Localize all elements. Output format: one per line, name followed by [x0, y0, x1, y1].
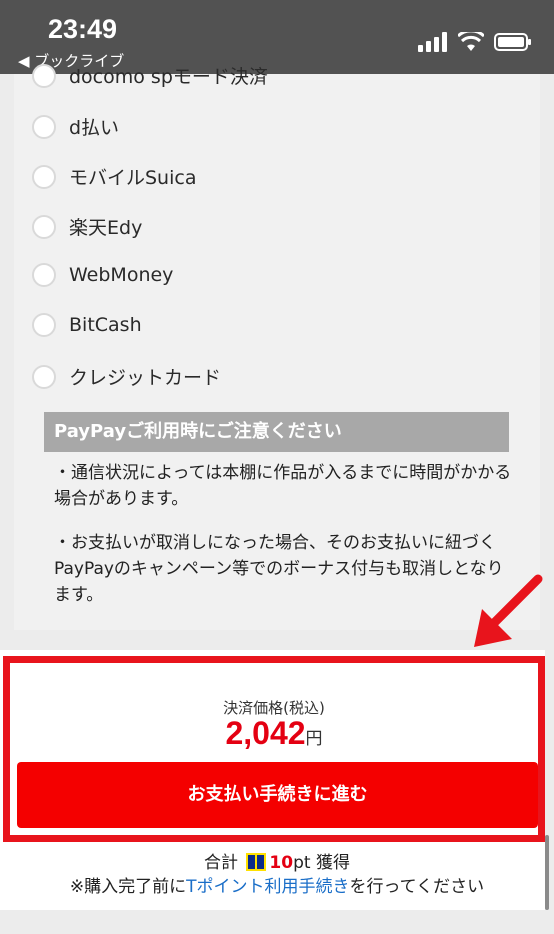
price-value: 2,042 — [225, 715, 306, 751]
payment-option-dbarai[interactable]: d払い — [32, 113, 119, 140]
radio-button[interactable] — [32, 164, 56, 189]
points-value: 10 — [269, 853, 294, 873]
radio-button[interactable] — [32, 114, 56, 139]
payment-option-bitcash[interactable]: BitCash — [32, 313, 142, 337]
t-point-procedure-link[interactable]: Tポイント利用手続き — [186, 877, 349, 897]
points-summary: 合計 10pt 獲得 — [0, 848, 554, 873]
radio-button[interactable] — [32, 263, 56, 287]
signal-icon — [418, 32, 447, 52]
payment-option-label: d払い — [69, 117, 120, 139]
points-unit: pt — [293, 853, 311, 873]
battery-icon — [494, 33, 531, 51]
payment-option-label: docomo spモード決済 — [69, 66, 268, 88]
t-notice-post: を行ってください — [349, 877, 485, 897]
payment-option-label: 楽天Edy — [69, 217, 143, 239]
status-icons — [418, 32, 532, 52]
status-time: 23:49 — [48, 14, 118, 44]
price-display: 2,042円 — [10, 715, 538, 752]
t-notice-pre: ※購入完了前に — [69, 877, 187, 897]
payment-option-suica[interactable]: モバイルSuica — [32, 163, 196, 190]
radio-button[interactable] — [32, 313, 56, 337]
payment-option-label: WebMoney — [69, 264, 174, 286]
checkout-highlight-box: 決済価格(税込) 2,042円 お支払い手続きに進む — [3, 656, 545, 842]
payment-option-label: BitCash — [69, 314, 142, 336]
t-point-icon — [246, 853, 267, 871]
radio-button[interactable] — [32, 63, 56, 88]
payment-option-docomo[interactable]: docomo spモード決済 — [32, 62, 268, 89]
paypay-notice-item: ・通信状況によっては本棚に作品が入るまでに時間がかかる場合があります。 — [54, 463, 512, 509]
radio-button[interactable] — [32, 214, 56, 239]
points-prefix: 合計 — [204, 853, 239, 873]
paypay-notice-title: PayPayご利用時にご注意ください — [44, 412, 509, 452]
paypay-notice-item: ・お支払いが取消しになった場合、そのお支払いに紐づくPayPayのキャンペーン等… — [54, 533, 504, 605]
payment-option-webmoney[interactable]: WebMoney — [32, 263, 173, 287]
payment-option-edy[interactable]: 楽天Edy — [32, 213, 142, 240]
points-suffix: 獲得 — [315, 853, 350, 873]
payment-option-label: クレジットカード — [69, 367, 222, 389]
payment-method-panel: docomo spモード決済 d払い モバイルSuica 楽天Edy WebMo… — [14, 63, 540, 630]
wifi-icon — [458, 32, 484, 51]
payment-option-credit-card[interactable]: クレジットカード — [32, 363, 221, 390]
payment-option-label: モバイルSuica — [69, 167, 197, 189]
proceed-to-payment-button[interactable]: お支払い手続きに進む — [17, 762, 538, 828]
radio-button[interactable] — [32, 364, 56, 389]
price-unit: 円 — [305, 729, 323, 749]
t-point-notice: ※購入完了前にTポイント利用手続きを行ってください — [0, 872, 554, 897]
